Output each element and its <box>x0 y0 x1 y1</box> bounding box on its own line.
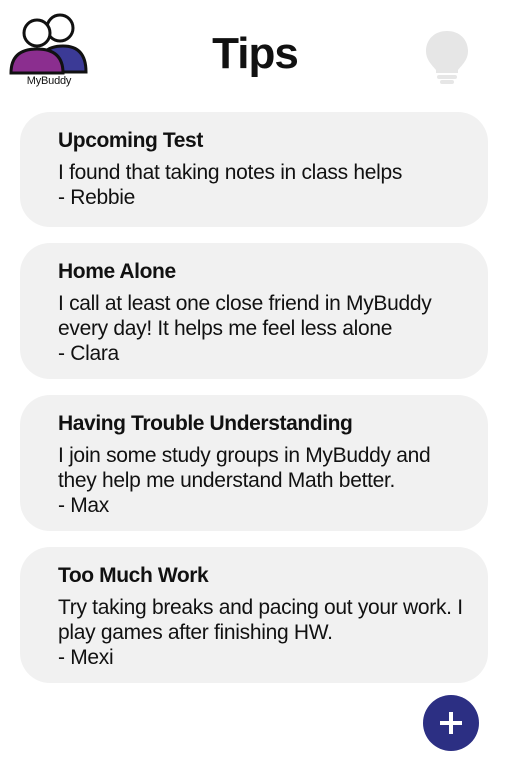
tip-body: I call at least one close friend in MyBu… <box>58 292 432 340</box>
tip-card[interactable]: Home Alone I call at least one close fri… <box>20 243 488 379</box>
lightbulb-icon[interactable] <box>424 29 470 85</box>
tip-card[interactable]: Upcoming Test I found that taking notes … <box>20 112 488 227</box>
plus-icon <box>440 712 462 734</box>
tip-body: Try taking breaks and pacing out your wo… <box>58 596 463 644</box>
tip-title: Home Alone <box>58 260 176 283</box>
tip-body: I join some study groups in MyBuddy and … <box>58 444 431 492</box>
tip-author: - Rebbie <box>58 186 135 209</box>
tip-body: I found that taking notes in class helps <box>58 161 403 184</box>
tip-author: - Max <box>58 494 110 517</box>
tip-title: Having Trouble Understanding <box>58 412 353 435</box>
tip-title: Upcoming Test <box>58 129 203 152</box>
tip-title: Too Much Work <box>58 564 209 587</box>
tip-card[interactable]: Too Much Work Try taking breaks and paci… <box>20 547 488 683</box>
tip-author: - Clara <box>58 342 119 365</box>
tip-card[interactable]: Having Trouble Understanding I join some… <box>20 395 488 531</box>
tip-author: - Mexi <box>58 646 114 669</box>
tips-list: Upcoming Test I found that taking notes … <box>20 112 488 699</box>
add-tip-button[interactable] <box>423 695 479 751</box>
